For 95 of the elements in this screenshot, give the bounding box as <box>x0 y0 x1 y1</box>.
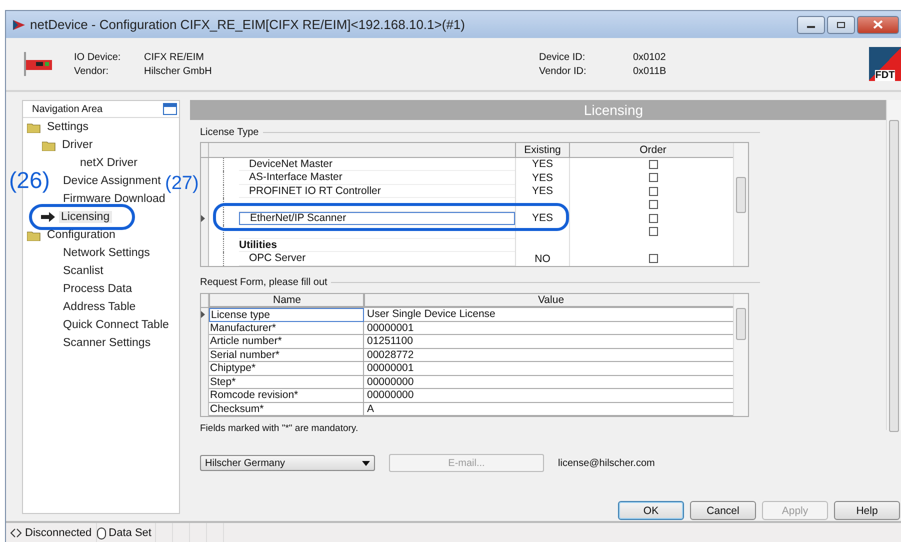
column-header: Name <box>209 294 364 307</box>
row-pointer-icon <box>201 214 205 222</box>
row-header[interactable] <box>201 308 209 322</box>
app-icon <box>12 18 26 32</box>
window-icon[interactable] <box>163 103 177 115</box>
section-title: Request Form, please fill out <box>200 277 328 288</box>
section-title: License Type <box>200 126 259 138</box>
nav-item[interactable]: Configuration <box>45 229 118 241</box>
table-cell[interactable]: Step* <box>209 376 364 389</box>
license-name[interactable]: DeviceNet Master <box>239 158 515 171</box>
nav-item[interactable]: Scanlist <box>61 265 106 277</box>
nav-item[interactable]: Quick Connect Table <box>61 319 171 331</box>
info-label: IO Device: <box>74 52 122 62</box>
scrollbar[interactable] <box>733 294 748 416</box>
table-cell[interactable]: Checksum* <box>209 402 364 416</box>
minimize-button[interactable] <box>797 16 825 34</box>
dropdown-caret-icon <box>362 460 370 466</box>
info-label: Device ID: <box>539 52 586 62</box>
existing-value: YES <box>532 172 553 184</box>
column-header: Value <box>364 294 734 307</box>
region-dropdown[interactable]: Hilscher Germany <box>200 455 375 471</box>
nav-item[interactable]: Address Table <box>61 301 138 313</box>
license-name[interactable]: OPC Server <box>239 252 515 266</box>
group-label[interactable]: Utilities <box>239 238 515 252</box>
license-name[interactable]: PROFINET IO RT Controller <box>239 184 515 198</box>
scrollbar[interactable] <box>733 143 748 266</box>
network-card-icon <box>22 50 54 78</box>
info-label: Vendor ID: <box>539 66 588 76</box>
dialog-button[interactable]: Cancel <box>690 501 756 520</box>
nav-item[interactable]: Driver <box>60 139 95 151</box>
dialog-button[interactable]: OK <box>618 501 684 520</box>
nav-item[interactable]: Process Data <box>61 283 134 295</box>
info-value: CIFX RE/EIM <box>144 52 206 62</box>
table-cell[interactable]: Romcode revision* <box>209 389 364 402</box>
existing-value: YES <box>532 185 553 198</box>
nav-item[interactable]: Scanner Settings <box>61 337 153 349</box>
disconnected-icon <box>10 528 22 538</box>
scrollbar[interactable] <box>886 100 901 430</box>
existing-value: YES <box>532 158 553 170</box>
order-checkbox[interactable] <box>648 254 658 264</box>
dialog-button[interactable]: Help <box>834 501 900 520</box>
close-button[interactable] <box>857 16 899 34</box>
order-checkbox[interactable] <box>648 186 658 196</box>
folder-icon <box>27 230 41 240</box>
existing-value: YES <box>532 212 553 224</box>
table-cell[interactable]: User Single Device License <box>364 308 734 322</box>
nav-item[interactable]: Licensing <box>59 211 112 223</box>
column-header: Existing <box>515 143 569 156</box>
table-cell[interactable]: 00028772 <box>364 348 734 362</box>
row-pointer-icon <box>201 311 205 318</box>
order-checkbox[interactable] <box>648 214 658 223</box>
folder-icon <box>42 140 56 150</box>
info-value: Hilscher GmbH <box>144 66 212 76</box>
maximize-icon <box>836 20 846 28</box>
fdt-logo: FDT <box>869 47 901 81</box>
order-checkbox[interactable] <box>648 200 658 210</box>
navigation-title: Navigation Area <box>32 104 103 114</box>
status-text: Disconnected <box>25 527 92 539</box>
window-title: netDevice - Configuration CIFX_RE_EIM[CIFX RE/EIM]<192.168.10.1>(#1) <box>30 17 465 32</box>
table-cell[interactable]: 00000001 <box>364 322 734 335</box>
existing-value: NO <box>534 252 550 265</box>
annotation-label: (27) <box>165 174 199 193</box>
license-name[interactable]: EtherNet/IP Scanner <box>239 212 515 225</box>
order-checkbox[interactable] <box>648 160 658 169</box>
order-checkbox[interactable] <box>648 173 658 182</box>
maximize-button[interactable] <box>827 16 855 34</box>
status-text: Data Set <box>108 527 152 539</box>
panel-title: Licensing <box>190 100 887 120</box>
info-value: 0x0102 <box>633 52 667 62</box>
table-cell[interactable]: License type <box>209 308 364 322</box>
mandatory-note: Fields marked with "*" are mandatory. <box>200 423 360 434</box>
table-cell[interactable]: Serial number* <box>209 348 364 362</box>
table-cell[interactable]: 00000001 <box>364 362 734 376</box>
info-value: 0x011B <box>633 66 668 76</box>
nav-item[interactable]: Device Assignment <box>61 175 163 187</box>
order-checkbox[interactable] <box>648 227 658 236</box>
license-name[interactable]: AS-Interface Master <box>239 171 515 184</box>
table-cell[interactable]: 01251100 <box>364 335 734 348</box>
email-address: license@hilscher.com <box>558 458 655 468</box>
nav-item[interactable]: Network Settings <box>61 247 152 259</box>
nav-item[interactable]: Settings <box>45 121 91 133</box>
table-cell[interactable]: Chiptype* <box>209 362 364 376</box>
close-icon <box>873 20 883 29</box>
nav-item[interactable]: Firmware Download <box>61 193 168 205</box>
database-icon <box>96 526 106 540</box>
table-cell[interactable]: 00000000 <box>364 376 734 389</box>
folder-icon <box>27 122 41 132</box>
table-cell[interactable]: Manufacturer* <box>209 322 364 335</box>
table-cell[interactable]: 00000000 <box>364 389 734 402</box>
annotation-label: (26) <box>9 169 50 192</box>
nav-item[interactable]: netX Driver <box>78 157 140 169</box>
arrow-icon <box>41 212 55 222</box>
info-label: Vendor: <box>74 66 110 76</box>
table-cell[interactable]: Article number* <box>209 335 364 348</box>
table-cell[interactable]: A <box>364 402 734 416</box>
